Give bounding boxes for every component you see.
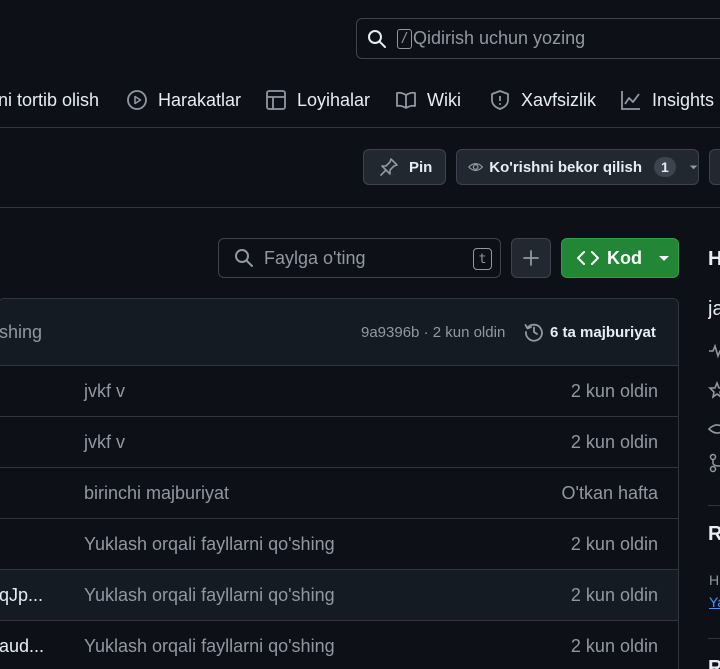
add-file-button[interactable] (511, 238, 551, 278)
eye-icon (468, 162, 484, 172)
file-name[interactable]: qJp... (0, 570, 43, 620)
file-commit-time: 2 kun oldin (570, 533, 658, 554)
table-row[interactable]: jvkf v 2 kun oldin (0, 366, 678, 417)
caret-down-icon (689, 165, 698, 170)
global-search-input[interactable]: / Qidirish uchun yozing (356, 18, 720, 59)
code-button[interactable]: Kod (561, 238, 679, 278)
nav-label: Wiki (427, 89, 461, 110)
search-icon (368, 29, 386, 48)
latest-commit-header: shing 9a9396b · 2 kun oldin 6 ta majburi… (0, 299, 678, 366)
nav-label: ni tortib olish (0, 89, 100, 110)
play-icon (127, 90, 147, 110)
file-commit-time: 2 kun oldin (570, 635, 658, 656)
unwatch-label: Ko'rishni bekor qilish (489, 158, 643, 176)
file-commit-message[interactable]: jvkf v (84, 417, 125, 467)
plus-icon (523, 250, 539, 266)
watch-counter: 1 (654, 157, 676, 177)
latest-commit-hash-time[interactable]: 9a9396b · 2 kun oldin (361, 299, 505, 365)
file-commit-time: 2 kun oldin (570, 584, 658, 605)
eye-icon (708, 424, 720, 434)
file-commit-message[interactable]: Yuklash orqali fayllarni qo'shing (84, 570, 335, 620)
file-shortcut-key: t (473, 248, 492, 270)
nav-label: Xavfsizlik (521, 89, 597, 110)
releases-text: H (709, 572, 720, 588)
sidebar-divider (708, 505, 720, 506)
nav-insights[interactable]: Insights (620, 78, 714, 122)
file-commit-message[interactable]: jvkf v (84, 366, 125, 416)
file-commit-message[interactable]: birinchi majburiyat (84, 468, 229, 518)
about-heading: H (708, 248, 720, 270)
packages-heading[interactable]: R (708, 657, 720, 669)
table-row[interactable]: aud... Yuklash orqali fayllarni qo'shing… (0, 621, 678, 669)
commits-count-label: 6 ta majburiyat (550, 323, 656, 341)
caret-down-icon (659, 256, 669, 261)
nav-divider (0, 127, 720, 128)
code-icon (577, 251, 599, 265)
pulse-icon (709, 343, 720, 359)
table-row[interactable]: birinchi majburiyat O'tkan hafta (0, 468, 678, 519)
nav-projects[interactable]: Loyihalar (265, 78, 370, 122)
code-button-label: Kod (607, 247, 642, 268)
table-icon (266, 90, 286, 110)
unwatch-button[interactable]: Ko'rishni bekor qilish 1 (456, 149, 699, 185)
file-commit-message[interactable]: Yuklash orqali fayllarni qo'shing (84, 621, 335, 669)
nav-actions[interactable]: Harakatlar (126, 78, 241, 122)
graph-icon (621, 91, 640, 110)
pin-button[interactable]: Pin (363, 149, 446, 185)
file-name[interactable]: aud... (0, 621, 44, 669)
releases-heading[interactable]: R (708, 523, 720, 546)
file-commit-time: O'tkan hafta (561, 482, 659, 503)
table-row[interactable]: Yuklash orqali fayllarni qo'shing 2 kun … (0, 519, 678, 570)
file-commit-message[interactable]: Yuklash orqali fayllarni qo'shing (84, 519, 335, 569)
file-commit-time: 2 kun oldin (570, 431, 658, 452)
search-shortcut-key: / (397, 28, 412, 49)
table-row[interactable]: qJp... Yuklash orqali fayllarni qo'shing… (0, 570, 678, 621)
section-divider (0, 207, 720, 208)
history-icon (524, 323, 543, 342)
go-to-file-placeholder: Faylga o'ting (264, 247, 366, 268)
book-icon (396, 91, 416, 109)
nav-security[interactable]: Xavfsizlik (489, 78, 596, 122)
pin-label: Pin (409, 158, 433, 176)
releases-link[interactable]: Ya (709, 594, 720, 610)
file-commit-time: 2 kun oldin (570, 380, 658, 401)
nav-label: Harakatlar (158, 89, 242, 110)
nav-pull-requests[interactable]: ni tortib olish (0, 78, 99, 122)
nav-wiki[interactable]: Wiki (395, 78, 461, 122)
search-placeholder: Qidirish uchun yozing (413, 28, 586, 48)
file-table: shing 9a9396b · 2 kun oldin 6 ta majburi… (0, 298, 679, 669)
shield-icon (491, 90, 509, 110)
star-icon (708, 381, 720, 399)
nav-label: Loyihalar (297, 89, 371, 110)
about-sidebar: H ja R H Ya R (708, 0, 720, 669)
pin-icon (380, 158, 398, 176)
fork-icon (709, 453, 720, 473)
commits-history-link[interactable]: 6 ta majburiyat (524, 299, 656, 365)
about-description: ja (708, 298, 720, 320)
search-icon (235, 249, 253, 267)
go-to-file-input[interactable]: Faylga o'ting t (218, 238, 501, 278)
table-row[interactable]: jvkf v 2 kun oldin (0, 417, 678, 468)
sidebar-divider (708, 638, 720, 639)
latest-commit-message[interactable]: shing (0, 299, 42, 365)
nav-label: Insights (652, 89, 715, 110)
